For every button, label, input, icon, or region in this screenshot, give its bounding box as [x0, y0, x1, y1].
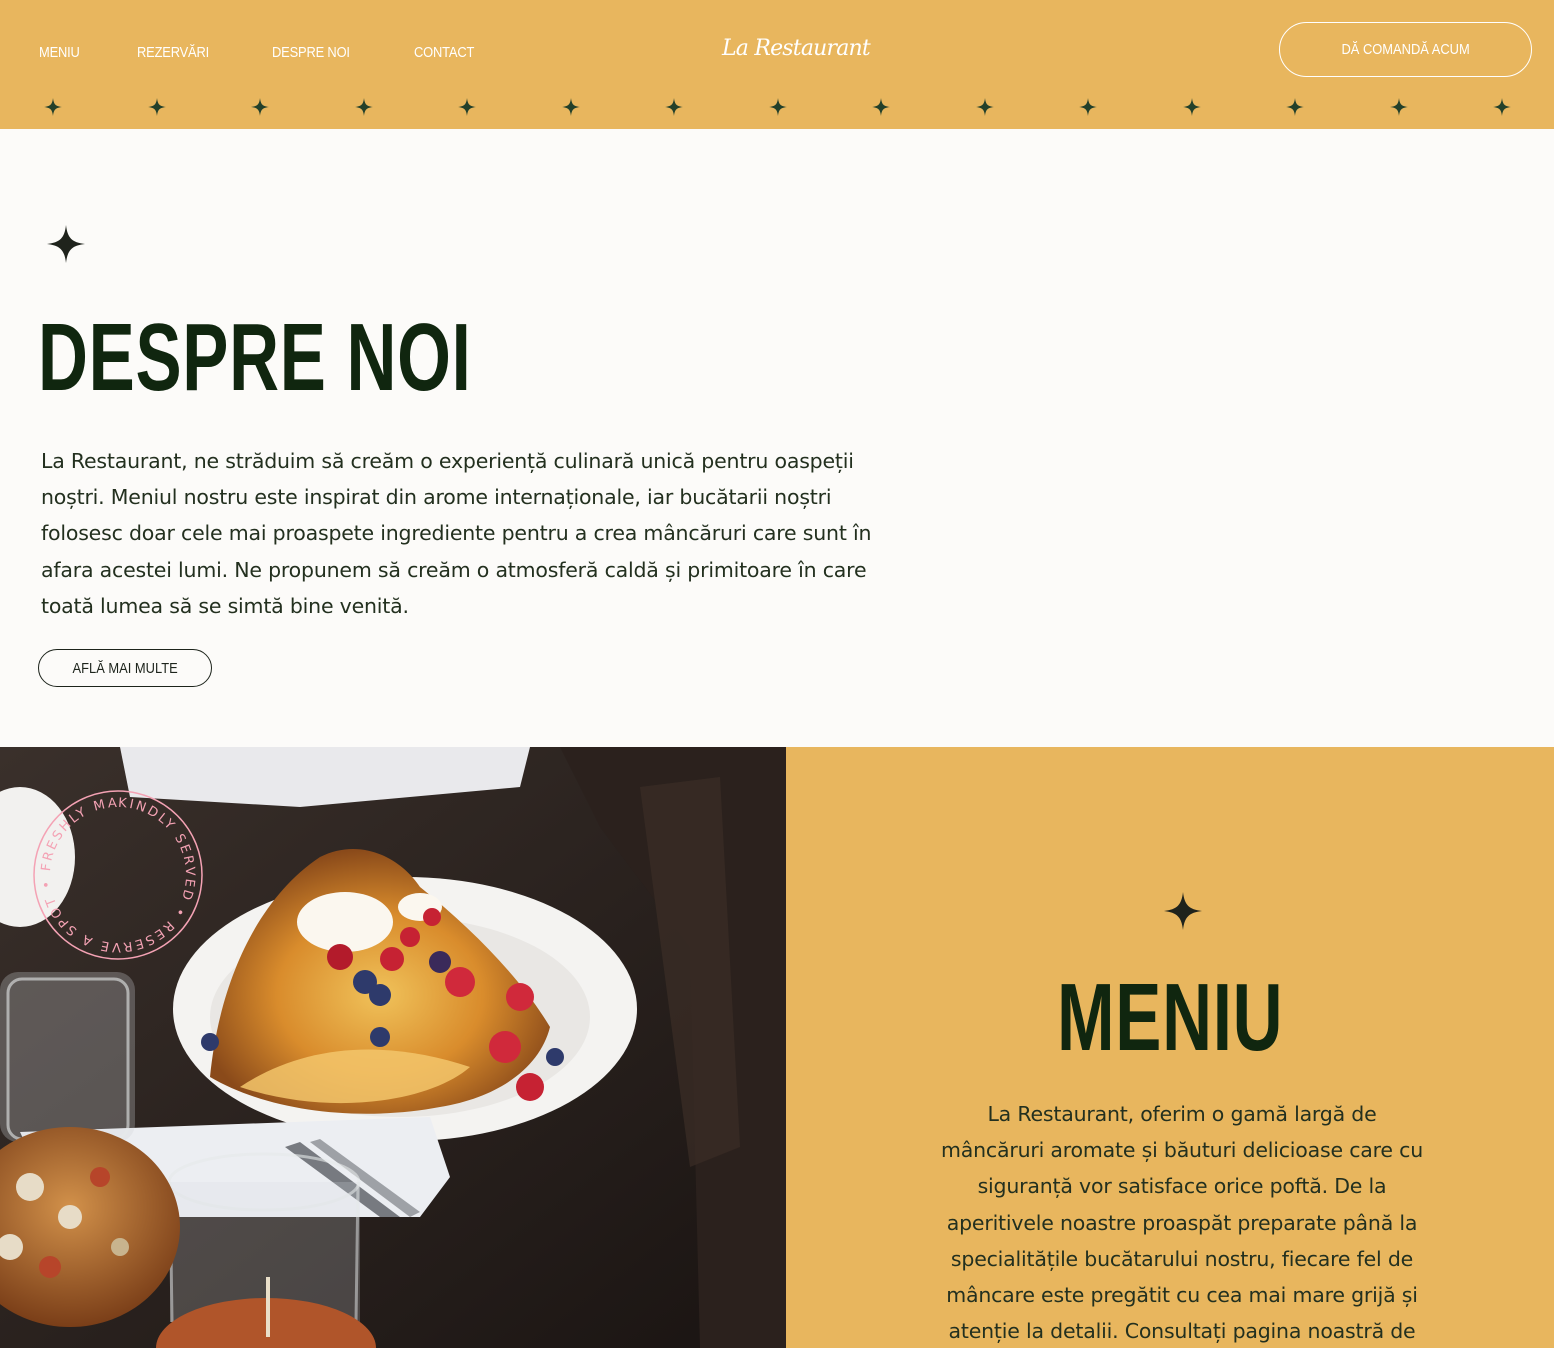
star-icon [251, 98, 269, 116]
menu-description: La Restaurant, oferim o gamă largă de mâ… [940, 1102, 1424, 1344]
star-icon [1286, 98, 1304, 116]
star-icon [1079, 98, 1097, 116]
food-photo: KINDLY SERVED • RESERVE A SPOT • FRESHLY… [0, 747, 786, 1348]
nav-item-contact[interactable]: CONTACT [414, 44, 474, 61]
sparkle-icon [47, 225, 85, 267]
site-logo[interactable]: La Restaurant [722, 36, 871, 61]
nav-item-despre-noi[interactable]: DESPRE NOI [272, 44, 350, 61]
menu-title: MENIU [786, 970, 1554, 1066]
nav-item-rezervari[interactable]: REZERVĂRI [137, 44, 209, 61]
learn-more-label: AFLĂ MAI MULTE [72, 659, 178, 677]
star-icon [768, 98, 787, 116]
star-icon [1182, 98, 1201, 116]
about-description: La Restaurant, ne străduim să creăm o ex… [41, 449, 872, 618]
order-now-button[interactable]: DĂ COMANDĂ ACUM [1279, 22, 1532, 77]
star-icon [561, 98, 580, 116]
site-header: MENIU REZERVĂRI DESPRE NOI CONTACT La Re… [0, 0, 1554, 129]
star-icon [147, 98, 166, 116]
main-nav: MENIU REZERVĂRI DESPRE NOI CONTACT [39, 44, 535, 61]
about-title: DESPRE NOI [38, 304, 472, 411]
menu-title-text: MENIU [1056, 964, 1284, 1071]
learn-more-button[interactable]: AFLĂ MAI MULTE [38, 649, 212, 687]
star-icon [354, 98, 373, 116]
decorative-star-row [0, 97, 1554, 117]
star-icon [872, 98, 890, 116]
menu-section: MENIU La Restaurant, oferim o gamă largă… [786, 747, 1554, 1348]
nav-item-meniu[interactable]: MENIU [39, 44, 80, 61]
star-icon [458, 98, 476, 116]
star-icon [1493, 98, 1511, 116]
star-icon [975, 98, 994, 116]
star-icon [44, 98, 62, 116]
star-icon [1389, 98, 1408, 116]
order-now-label: DĂ COMANDĂ ACUM [1341, 41, 1470, 58]
sparkle-icon [1164, 892, 1202, 934]
star-icon [665, 98, 683, 116]
